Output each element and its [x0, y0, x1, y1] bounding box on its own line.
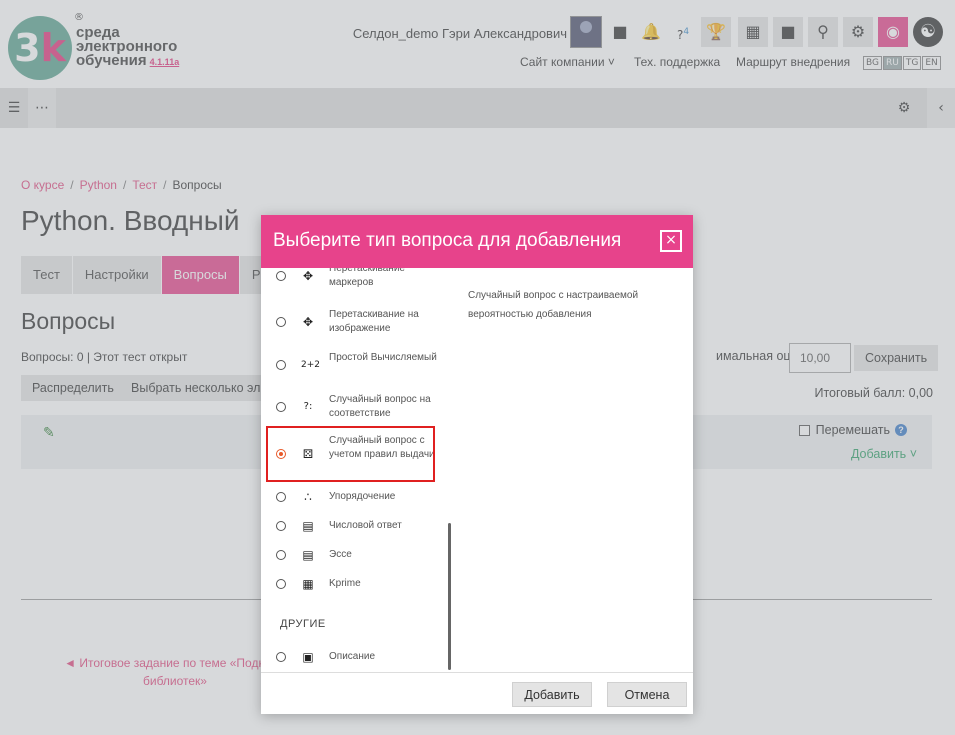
random-match-icon: ?: [303, 401, 313, 412]
option-label: Упорядочение [329, 491, 396, 502]
option-label: Перетаскивание на изображение [329, 309, 419, 334]
list-scrollbar[interactable] [448, 523, 451, 670]
description-icon: ▣ [302, 650, 314, 664]
close-icon[interactable]: × [660, 230, 682, 252]
radio-button[interactable] [276, 652, 286, 662]
option-label: Перетаскивание маркеров [329, 268, 405, 288]
calculated-icon: 2+2 [301, 360, 320, 370]
radio-button[interactable] [276, 492, 286, 502]
option-label: Kprime [329, 578, 361, 589]
ordering-icon: ∴ [304, 490, 312, 504]
question-type-list[interactable]: ✥ Перетаскивание маркеров ✥ Перетаскиван… [261, 268, 453, 672]
radio-button[interactable] [276, 360, 286, 370]
radio-button[interactable] [276, 402, 286, 412]
group-title-other: ДРУГИЕ [280, 618, 326, 630]
numerical-icon: ▤ [302, 519, 314, 533]
dialog-title: Выберите тип вопроса для добавления [273, 230, 622, 251]
option-label: Простой Вычисляемый [329, 352, 437, 363]
essay-icon: ▤ [302, 548, 314, 562]
kprime-icon: ▦ [302, 577, 314, 591]
question-type-dialog: Выберите тип вопроса для добавления × ✥ … [261, 215, 693, 714]
option-label: Случайный вопрос на соответствие [329, 394, 431, 419]
dialog-header: Выберите тип вопроса для добавления × [261, 215, 693, 268]
dialog-footer: Добавить Отмена [261, 672, 693, 714]
add-button[interactable]: Добавить [512, 682, 592, 707]
radio-button[interactable] [276, 317, 286, 327]
drag-markers-icon: ✥ [302, 269, 314, 283]
radio-button[interactable] [276, 550, 286, 560]
question-type-description: Случайный вопрос с настраиваемой вероятн… [468, 290, 639, 320]
radio-button[interactable] [276, 271, 286, 281]
drag-image-icon: ✥ [302, 315, 314, 329]
option-label: Числовой ответ [329, 520, 402, 531]
option-label: Описание [329, 651, 376, 662]
option-label: Эссе [329, 549, 352, 560]
cancel-button[interactable]: Отмена [607, 682, 687, 707]
radio-button[interactable] [276, 579, 286, 589]
radio-button[interactable] [276, 521, 286, 531]
selected-option-highlight [266, 426, 435, 482]
